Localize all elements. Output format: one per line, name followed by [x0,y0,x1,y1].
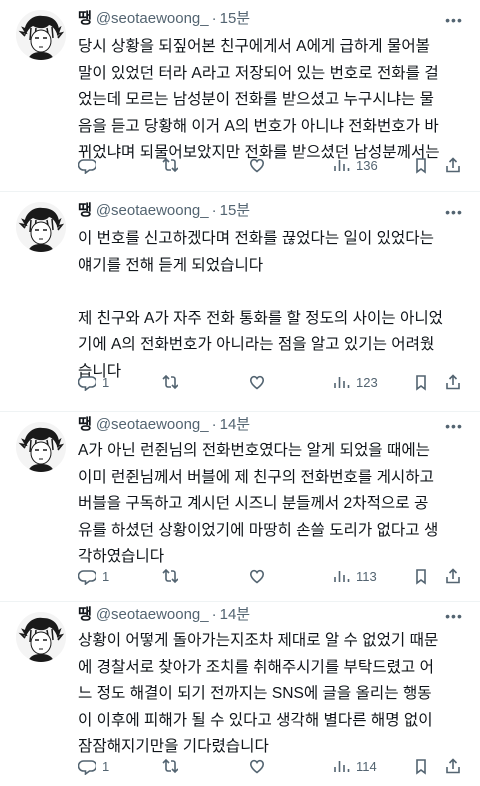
tweet[interactable]: 땡 @seotaewoong_ · 15분 ••• 당시 상황을 되짚어본 친구에게서… [0,0,480,192]
share-button[interactable] [444,756,462,776]
share-icon [446,374,460,390]
user-handle[interactable]: @seotaewoong_ [96,416,209,433]
more-icon[interactable]: ••• [444,606,464,626]
views-icon [334,376,350,389]
bookmark-button[interactable] [412,756,430,776]
retweet-button[interactable] [160,155,184,175]
timestamp[interactable]: 15분 [220,10,251,27]
tweet-header: 땡 @seotaewoong_ · 15분 [78,200,250,222]
avatar[interactable] [16,10,66,60]
share-icon [446,758,460,774]
bookmark-icon [416,375,426,390]
bookmark-button[interactable] [412,372,430,392]
avatar[interactable] [16,612,66,662]
views-icon [334,159,350,172]
tweet-actions: 1 113 [78,566,464,586]
retweet-icon [162,759,178,773]
like-icon [249,759,265,774]
reply-icon [78,376,96,391]
views-button[interactable]: 114 [332,756,377,776]
reply-count: 1 [102,374,110,390]
reply-icon [78,760,96,775]
separator-dot: · [211,202,217,219]
tweet-actions: 1 123 [78,372,464,392]
share-icon [446,157,460,173]
separator-dot: · [211,416,217,433]
retweet-icon [162,158,178,172]
tweet-header: 땡 @seotaewoong_ · 14분 [78,604,250,626]
like-icon [249,569,265,584]
like-button[interactable] [248,566,272,586]
avatar[interactable] [16,422,66,472]
retweet-icon [162,375,178,389]
like-button[interactable] [248,155,272,175]
retweet-button[interactable] [160,372,184,392]
reply-button[interactable] [78,155,102,175]
tweet-header: 땡 @seotaewoong_ · 15분 [78,8,250,30]
timestamp[interactable]: 14분 [220,416,251,433]
views-button[interactable]: 123 [332,372,378,392]
like-icon [249,375,265,390]
tweet[interactable]: 땡 @seotaewoong_ · 15분 ••• 이 번호를 신고하겠다며 전화를 … [0,192,480,412]
share-button[interactable] [444,372,462,392]
more-icon[interactable]: ••• [444,416,464,436]
tweet-text: 당시 상황을 되짚어본 친구에게서 A에게 급하게 물어볼 말이 있었던 터라 … [78,38,440,161]
bookmark-icon [416,569,426,584]
retweet-button[interactable] [160,756,184,776]
tweet-text: A가 아닌 런쥔님의 전화번호였다는 알게 되었을 때에는 이미 런쥔님께서 버… [78,442,439,565]
reply-count: 1 [102,568,110,584]
timestamp[interactable]: 14분 [220,606,251,623]
views-count: 123 [356,374,378,390]
more-icon[interactable]: ••• [444,10,464,30]
bookmark-icon [416,158,426,173]
like-icon [249,158,265,173]
retweet-button[interactable] [160,566,184,586]
reply-count: 1 [102,758,110,774]
tweet[interactable]: 땡 @seotaewoong_ · 14분 ••• 상황이 어떻게 돌아가는지조차 제… [0,602,480,786]
separator-dot: · [211,10,217,27]
views-count: 113 [356,568,377,584]
tweet-text: 이 번호를 신고하겠다며 전화를 끊었다는 일이 있었다는 얘기를 전해 듣게 … [78,230,444,380]
views-count: 114 [356,758,377,774]
user-handle[interactable]: @seotaewoong_ [96,202,209,219]
reply-icon [78,159,96,174]
tweet-header: 땡 @seotaewoong_ · 14분 [78,414,250,436]
user-handle[interactable]: @seotaewoong_ [96,606,209,623]
display-name[interactable]: 땡 [78,606,92,623]
views-button[interactable]: 113 [332,566,377,586]
retweet-icon [162,569,178,583]
reply-button[interactable]: 1 [78,372,109,392]
display-name[interactable]: 땡 [78,202,92,219]
bookmark-button[interactable] [412,155,430,175]
share-button[interactable] [444,155,462,175]
like-button[interactable] [248,372,272,392]
user-handle[interactable]: @seotaewoong_ [96,10,209,27]
avatar[interactable] [16,202,66,252]
tweet-actions: 1 114 [78,756,464,776]
timestamp[interactable]: 15분 [220,202,251,219]
views-button[interactable]: 136 [332,155,378,175]
display-name[interactable]: 땡 [78,416,92,433]
share-icon [446,568,460,584]
tweet[interactable]: 땡 @seotaewoong_ · 14분 ••• A가 아닌 런쥔님의 전화번호였다… [0,412,480,602]
share-button[interactable] [444,566,462,586]
bookmark-button[interactable] [412,566,430,586]
views-icon [334,570,350,583]
separator-dot: · [211,606,217,623]
views-count: 136 [356,157,378,173]
display-name[interactable]: 땡 [78,10,92,27]
tweet-text: 상황이 어떻게 돌아가는지조차 제대로 알 수 없었기 때문 에 경찰서로 찾아… [78,632,439,755]
bookmark-icon [416,759,426,774]
reply-button[interactable]: 1 [78,566,109,586]
views-icon [334,760,350,773]
like-button[interactable] [248,756,272,776]
tweet-actions: 136 [78,155,464,175]
reply-button[interactable]: 1 [78,756,109,776]
more-icon[interactable]: ••• [444,202,464,222]
reply-icon [78,570,96,585]
